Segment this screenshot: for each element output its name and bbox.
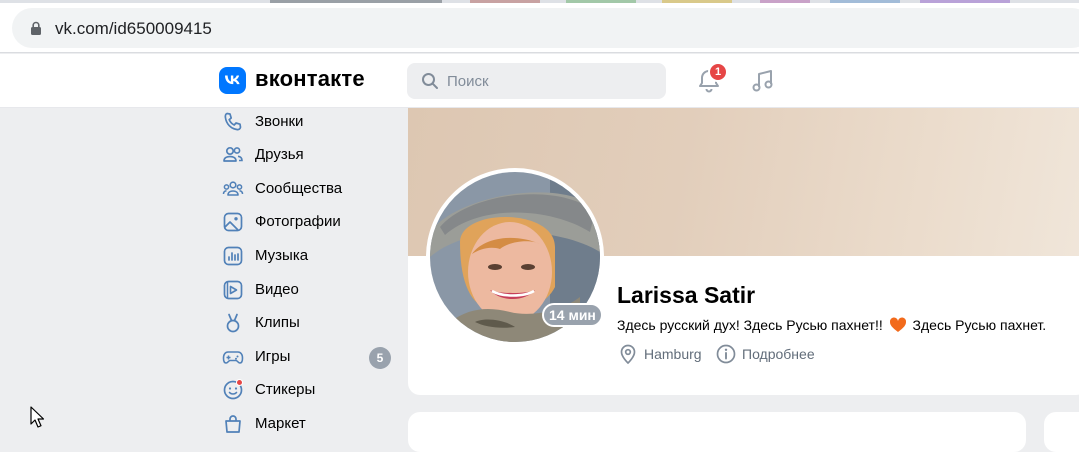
sidebar-item-label: Стикеры: [255, 381, 316, 398]
status-text-end: Здесь Русью пахнет.: [912, 317, 1047, 333]
sidebar-item-calls[interactable]: Звонки: [218, 108, 398, 138]
video-icon: [223, 280, 243, 300]
sidebar-item-label: Видео: [255, 281, 299, 298]
vk-header: вконтакте 1: [0, 54, 1079, 108]
music-icon[interactable]: [750, 68, 776, 94]
url-text[interactable]: vk.com/id650009415: [55, 19, 212, 39]
stickers-new-dot: [236, 379, 243, 386]
lock-icon[interactable]: [30, 21, 42, 35]
profile-status: Здесь русский дух! Здесь Русью пахнет!! …: [617, 317, 1046, 333]
music-icon: [223, 246, 243, 266]
mouse-cursor-icon: [30, 406, 44, 428]
vk-logo-icon[interactable]: [219, 67, 246, 94]
location-pin-icon: [620, 344, 636, 365]
sidebar-item-clips[interactable]: Клипы: [218, 309, 398, 339]
photos-icon: [223, 212, 243, 232]
sidebar-item-label: Клипы: [255, 314, 300, 331]
sidebar-item-photos[interactable]: Фотографии: [218, 208, 398, 238]
last-seen-badge: 14 мин: [542, 303, 603, 327]
sidebar-item-music[interactable]: Музыка: [218, 242, 398, 272]
browser-address-bar: vk.com/id650009415: [0, 3, 1079, 53]
sidebar-item-label: Музыка: [255, 247, 309, 264]
sidebar-item-label: Фотографии: [255, 213, 341, 230]
communities-icon: [222, 181, 244, 196]
friends-icon: [223, 146, 243, 162]
sidebar-item-market[interactable]: Маркет: [218, 410, 398, 440]
sidebar-item-friends[interactable]: Друзья: [218, 141, 398, 171]
search-icon: [422, 73, 438, 89]
sidebar-item-label: Друзья: [255, 146, 304, 163]
sidebar-item-label: Маркет: [255, 415, 306, 432]
city-label: Hamburg: [644, 346, 702, 362]
search-box[interactable]: [407, 63, 666, 99]
sidebar-item-label: Звонки: [255, 113, 304, 130]
sidebar-item-games[interactable]: Игры 5: [218, 343, 398, 373]
sidebar-item-label: Игры: [255, 348, 291, 365]
clips-icon: [226, 313, 240, 333]
profile-name: Larissa Satir: [617, 282, 756, 308]
phone-icon: [224, 112, 242, 131]
notification-badge: 1: [708, 62, 728, 82]
search-input[interactable]: [447, 63, 657, 99]
more-info-label: Подробнее: [742, 346, 815, 362]
side-card: [1044, 412, 1079, 452]
status-text-start: Здесь русский дух! Здесь Русью пахнет!!: [617, 317, 883, 333]
games-icon: [222, 351, 244, 364]
sidebar-item-label: Сообщества: [255, 180, 343, 197]
games-count-badge: 5: [369, 347, 391, 369]
vk-logo-text[interactable]: вконтакте: [255, 66, 365, 92]
content-card: [408, 412, 1026, 452]
heart-icon: [889, 317, 906, 332]
sidebar-item-stickers[interactable]: Стикеры: [218, 376, 398, 406]
sidebar-item-video[interactable]: Видео: [218, 276, 398, 306]
sidebar-item-communities[interactable]: Сообщества: [218, 175, 398, 205]
info-icon: [716, 344, 736, 364]
omnibox[interactable]: vk.com/id650009415: [12, 8, 1079, 48]
